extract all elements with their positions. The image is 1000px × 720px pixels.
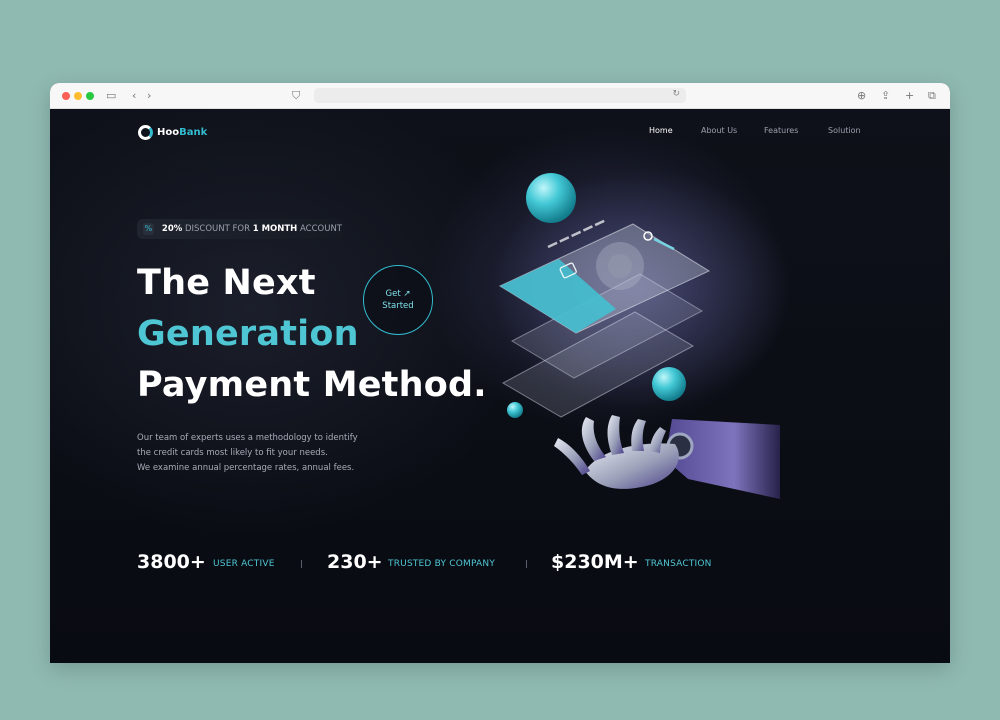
stat-divider [526,560,527,568]
nav-features[interactable]: Features [764,126,798,135]
shield-icon: ⛉ [292,89,301,102]
close-window-button[interactable] [62,92,70,100]
maximize-window-button[interactable] [86,92,94,100]
discount-badge: % 20% DISCOUNT FOR 1 MONTH ACCOUNT [137,219,342,239]
logo-text: HooBank [157,126,208,138]
stat-users-label: USER ACTIVE [213,559,275,569]
discount-text: 20% DISCOUNT FOR 1 MONTH ACCOUNT [161,224,342,234]
description-line: the credit cards most likely to fit your… [137,448,328,458]
logo[interactable]: HooBank [138,123,207,141]
robot-finger-middle [607,415,624,455]
forward-icon[interactable]: › [147,89,151,103]
browser-toolbar: ▭ ‹ › ⛉ ↻ ⊕ ⇪ + ⧉ [50,83,950,109]
hero-title-line-1: The Next [137,263,316,303]
hero-description: Our team of experts uses a methodology t… [137,431,358,476]
address-bar[interactable]: ↻ [314,88,686,103]
stat-divider [301,560,302,568]
hero-illustration [490,169,790,499]
browser-window: ▭ ‹ › ⛉ ↻ ⊕ ⇪ + ⧉ HooBank Home About Us … [50,83,950,663]
sidebar-icon[interactable]: ▭ [106,89,116,103]
stat-companies-value: 230+ [327,551,383,573]
minimize-window-button[interactable] [74,92,82,100]
tabs-icon[interactable]: ⧉ [928,89,936,103]
get-started-button[interactable]: Get ↗ Started [363,265,433,335]
card-emblem-inner [608,254,632,278]
nav-solution[interactable]: Solution [828,126,861,135]
description-line: We examine annual percentage rates, annu… [137,463,355,473]
sphere-small [507,402,523,418]
stat-companies-label: TRUSTED BY COMPANY [388,559,496,569]
arrow-up-right-icon: ↗ [403,289,411,299]
reload-icon[interactable]: ↻ [672,89,680,99]
get-started-line-2: Started [382,301,414,311]
stat-transactions-value: $230M+ [551,551,639,573]
hero-title-line-3: Payment Method. [137,365,487,405]
sphere-medium [652,367,686,401]
discount-icon: % [143,223,154,235]
description-line: Our team of experts uses a methodology t… [137,433,358,443]
logo-icon [138,124,153,140]
nav-home[interactable]: Home [649,126,673,135]
share-icon[interactable]: ⇪ [881,89,890,103]
stat-transactions-label: TRANSACTION [645,559,712,569]
nav-about-us[interactable]: About Us [701,126,737,135]
robot-finger-index [581,417,606,461]
get-started-line-1: Get ↗ [385,289,411,299]
landing-page: HooBank Home About Us Features Solution … [50,109,950,663]
stat-users-value: 3800+ [137,551,206,573]
hero-title-line-2: Generation [137,314,359,354]
download-icon[interactable]: ⊕ [857,89,866,103]
sphere-large [526,173,576,223]
new-tab-icon[interactable]: + [905,89,914,103]
back-icon[interactable]: ‹ [132,89,136,103]
